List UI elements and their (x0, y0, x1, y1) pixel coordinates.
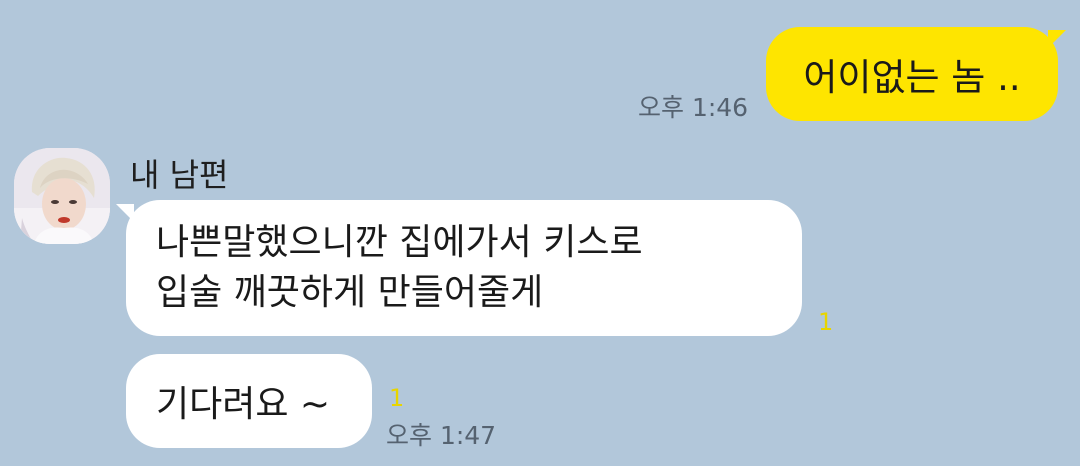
incoming-message-text: 기다려요 ~ (156, 384, 331, 425)
outgoing-message-time: 오후 1:46 (638, 93, 749, 122)
unread-count: 1 (818, 308, 834, 336)
chat-room[interactable]: 어이없는 놈 .. 오후 1:46 내 남편 나쁜말했으니깐 집에가서 키스로 … (0, 0, 1080, 466)
outgoing-message-bubble[interactable]: 어이없는 놈 .. (766, 27, 1058, 121)
incoming-message-line: 입술 깨끗하게 만들어줄게 (156, 272, 544, 313)
profile-photo-icon (14, 148, 110, 244)
outgoing-message-text: 어이없는 놈 .. (803, 56, 1021, 99)
unread-count: 1 (389, 384, 405, 412)
incoming-message-line: 나쁜말했으니깐 집에가서 키스로 (156, 222, 643, 263)
incoming-message-bubble[interactable]: 나쁜말했으니깐 집에가서 키스로 입술 깨끗하게 만들어줄게 (126, 200, 802, 336)
sender-name: 내 남편 (130, 156, 229, 194)
incoming-message-bubble[interactable]: 기다려요 ~ (126, 354, 372, 448)
sender-avatar[interactable] (14, 148, 110, 244)
incoming-message-time: 오후 1:47 (386, 421, 497, 450)
